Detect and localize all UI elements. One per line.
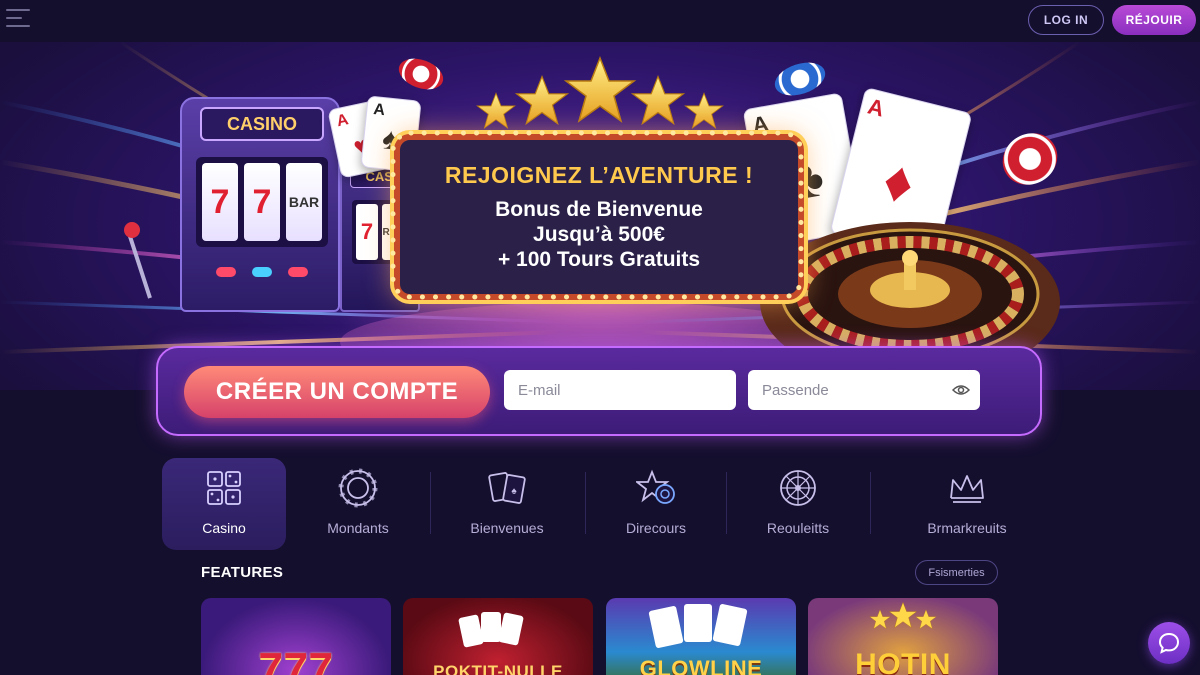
signup-bar: CRÉER UN COMPTE (156, 346, 1042, 436)
show-password-icon[interactable] (952, 382, 970, 398)
slot-reel: 7 (244, 163, 280, 241)
category-label: Reouleitts (766, 520, 830, 536)
game-tile-title: 777 (258, 644, 334, 675)
star-chip-icon (636, 469, 675, 504)
crown-icon (950, 475, 984, 503)
bonus-headline: REJOIGNEZ L’AVENTURE ! (444, 162, 754, 188)
create-account-button[interactable]: CRÉER UN COMPTE (184, 366, 490, 418)
chip-icon (338, 468, 378, 508)
tile-card (648, 605, 684, 649)
divider (430, 472, 431, 534)
tile-card (498, 612, 524, 646)
game-tile[interactable]: 777 (201, 598, 391, 675)
top-bar: LOG IN RÉJOUIR (0, 0, 1200, 42)
category-label: Mondants (327, 520, 389, 536)
category-label: Bienvenues (470, 520, 544, 536)
stars-decoration (476, 55, 724, 129)
slot-lever-ball (124, 222, 140, 238)
email-field[interactable] (504, 370, 736, 410)
game-tile-title: HOTIN (855, 648, 951, 675)
game-tile[interactable]: POKTIT-NULLE (403, 598, 593, 675)
divider (870, 472, 871, 534)
category-casino[interactable]: Casino (162, 458, 286, 550)
hero-banner: CASINO 7 7 BAR CASI 7 RAP A ♥ A ♠ A ♣ A … (0, 42, 1200, 390)
game-tile[interactable]: HOTIN (808, 598, 998, 675)
chat-icon (1158, 632, 1180, 654)
features-filter-button[interactable]: Fsismerties (915, 560, 998, 585)
tile-card (684, 604, 712, 642)
bonus-marquee: REJOIGNEZ L’AVENTURE ! Bonus de Bienvenu… (390, 130, 804, 300)
slot-reel: 7 (356, 204, 378, 260)
bonus-line-2: Jusqu’à 500€ (533, 223, 665, 246)
join-button[interactable]: RÉJOUIR (1112, 5, 1196, 35)
roulette-icon (780, 470, 816, 506)
dice-grid-icon (207, 471, 241, 505)
slot-lights (216, 267, 308, 277)
chat-button[interactable] (1148, 622, 1190, 664)
bonus-line-1: Bonus de Bienvenue (495, 198, 703, 221)
game-tile-title: POKTIT-NULLE (433, 662, 563, 675)
password-field[interactable] (748, 370, 980, 410)
login-button[interactable]: LOG IN (1028, 5, 1104, 35)
slot-reels: 7 7 BAR (196, 157, 328, 247)
tile-card (712, 603, 748, 647)
category-bienvenues[interactable]: ♠ Bienvenues (445, 458, 569, 550)
category-label: Brmarkreuits (927, 520, 1007, 536)
bonus-line-3: + 100 Tours Gratuits (497, 248, 701, 271)
svg-text:♠: ♠ (511, 486, 517, 497)
category-nav: Casino Mondants ♠ Bienvenues Direcours R… (162, 458, 1042, 550)
category-reouleitts[interactable]: Reouleitts (736, 458, 860, 550)
category-label: Direcours (626, 520, 686, 536)
slot-machine: CASINO 7 7 BAR (180, 97, 340, 312)
category-direcours[interactable]: Direcours (594, 458, 718, 550)
category-label: Casino (202, 520, 246, 536)
cards-icon: ♠ (488, 472, 526, 504)
game-tile[interactable]: GLOWLINE (606, 598, 796, 675)
divider (726, 472, 727, 534)
slot-sign: CASINO (200, 107, 324, 141)
slot-reel-bar: BAR (286, 163, 322, 241)
game-tile-title: GLOWLINE (639, 656, 763, 675)
tile-stars (869, 602, 937, 630)
slot-reel: 7 (202, 163, 238, 241)
category-brmarkreuits[interactable]: Brmarkreuits (892, 458, 1042, 550)
menu-icon[interactable] (6, 9, 30, 31)
category-mondants[interactable]: Mondants (296, 458, 420, 550)
features-title: FEATURES (201, 564, 284, 581)
divider (585, 472, 586, 534)
